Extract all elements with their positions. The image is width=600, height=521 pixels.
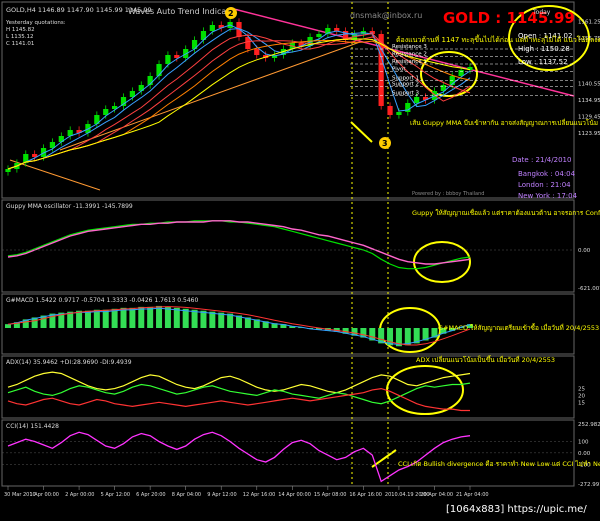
candle-body (254, 49, 260, 55)
candle-body (396, 112, 402, 115)
gmacd-bar (164, 306, 171, 328)
note-gmacd: G#MACD ให้สัญญาณเตรียมเข้าซื้อ เมื่อวันท… (438, 323, 599, 332)
candle-body (103, 109, 109, 115)
gmacd-bar (156, 305, 163, 328)
candle-body (156, 64, 162, 76)
contact-text: dnsmak@inbox.ru (350, 11, 422, 20)
candle-body (209, 25, 215, 31)
x-tick-label: 15 Apr 08:00 (314, 492, 347, 498)
gmacd-bar (147, 306, 154, 328)
candle-body (165, 55, 171, 64)
guppy-tick: -621.007 (578, 286, 600, 292)
x-tick-label: 14 Apr 00:00 (278, 492, 311, 498)
time-london: London : 21:04 (518, 181, 571, 189)
price-tick: 1140.55 (578, 81, 600, 87)
adx-tick: 25 (578, 387, 585, 393)
gmacd-title: G#MACD 1.5422 0.9717 -0.5704 1.3333 -0.0… (6, 297, 198, 304)
level-label: Resistance 3 (392, 44, 427, 50)
badge-3-label: 3 (382, 139, 388, 148)
gmacd-bar (5, 324, 11, 328)
gold-label: GOLD : 1145.99 (443, 9, 575, 27)
info-line: H 1145.82 (6, 27, 35, 33)
gmacd-bar (129, 307, 136, 328)
today-low: Low : 1137.52 (518, 58, 568, 66)
info-line: C 1141.01 (6, 41, 34, 47)
info-line: Yesterday quotations: (5, 20, 66, 26)
level-label: Support 3 (392, 91, 419, 97)
cci-tick: 0.00 (578, 451, 591, 457)
chart-stage: 1161.25 1155.75 1145.99 1140.55 1134.95 1129.… (0, 0, 600, 517)
time-bangkok: Bangkok : 04:04 (518, 170, 576, 178)
today-high: High : 1150.28 (518, 45, 570, 53)
candle-body (458, 70, 464, 76)
gmacd-bar (93, 309, 100, 328)
note-adx: ADX เปลี่ยนแนวโน้มเป็นขึ้น เมื่อวันที่ 2… (416, 355, 555, 364)
price-panel (1, 1, 575, 199)
x-tick-label: 9 Apr 12:00 (207, 492, 236, 498)
time-newyork: New York : 17:04 (518, 192, 578, 200)
powered-text: Powered by : bbboy Thailand (412, 191, 484, 197)
x-tick-label: 1 Apr 00:00 (30, 492, 59, 498)
today-label: Today (532, 9, 551, 16)
candle-body (316, 34, 322, 37)
level-label: Resistance 2 (392, 52, 427, 58)
gmacd-bar (209, 311, 216, 328)
gmacd-bar (102, 309, 109, 328)
price-tick: 1145.99 (578, 65, 600, 71)
adx-title: ADX(14) 35.9462 +DI:28.9690 -DI:9.4939 (6, 359, 132, 366)
info-line: L 1135.12 (6, 34, 34, 40)
gmacd-bar (76, 310, 83, 328)
x-tick-label: 5 Apr 12:00 (101, 492, 130, 498)
gmacd-bar (138, 306, 145, 328)
gmacd-bar (200, 310, 207, 328)
note-guppy-mma: เส้น Guppy MMA บีบเข้าหากัน อาจส่งสัญญาณ… (410, 118, 598, 127)
price-tick: 1134.95 (578, 98, 600, 104)
level-label: Support 2 (392, 82, 419, 88)
watermark: [1064x883] https://upic.me/ (446, 504, 587, 515)
candle-body (5, 169, 11, 172)
gmacd-bar (120, 307, 127, 328)
note-guppy: Guppy ให้สัญญาณเชื่อแล้ว แต่ราคาต้องแนวต… (412, 208, 600, 217)
candle-body (387, 106, 393, 115)
cci-tick: 252.982 (578, 422, 600, 428)
cci-tick: 100 (578, 439, 589, 445)
adx-tick: 20 (578, 393, 585, 399)
candle-body (414, 97, 420, 103)
badge-2-label: 2 (228, 9, 234, 18)
guppy-tick: 0.00 (578, 248, 591, 254)
gmacd-bar (218, 312, 225, 328)
x-tick-label: 16 Apr 16:00 (349, 492, 382, 498)
gmacd-bar (173, 307, 180, 328)
guppy-title: Guppy MMA oscillator -11.3991 -145.7899 (6, 203, 133, 210)
indicator-title: Waves Auto Trend Indicator (128, 7, 238, 16)
price-tick: 1161.25 (578, 19, 600, 25)
level-label: Resistance 1 (392, 59, 427, 65)
price-tick: 1123.95 (578, 131, 600, 137)
date-label: Date : 21/4/2010 (512, 156, 571, 164)
gmacd-bar (191, 309, 198, 328)
note-cci: CCI เกิด Bullish divergence คือ ราคาทำ N… (398, 459, 600, 468)
gmacd-bar (182, 308, 189, 328)
gmacd-bar (84, 310, 91, 328)
adx-tick: 15 (578, 400, 585, 406)
x-tick-label: 6 Apr 20:00 (136, 492, 165, 498)
level-label: Pivot (392, 67, 406, 73)
x-tick-label: 2 Apr 00:00 (65, 492, 94, 498)
x-tick-label: 12 Apr 16:00 (243, 492, 276, 498)
x-tick-label: 21 Apr 04:00 (456, 492, 489, 498)
chart-svg: 1161.251155.751145.991140.551134.951129.… (1, 1, 600, 515)
gmacd-bar (111, 308, 118, 328)
x-tick-label: 20 Apr 04:00 (420, 492, 453, 498)
cci-title: CCI(14) 151.4428 (6, 423, 59, 430)
cci-tick: -272.991 (578, 482, 600, 488)
x-tick-label: 8 Apr 04:00 (172, 492, 201, 498)
